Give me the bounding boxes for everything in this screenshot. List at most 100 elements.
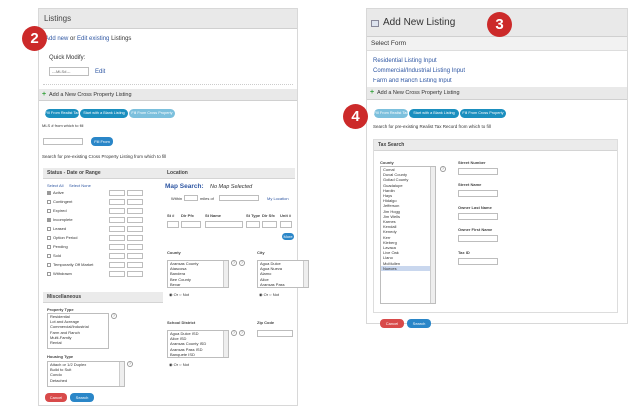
- tab-fill-realist[interactable]: Fill From Realist Tax: [45, 109, 79, 118]
- status-date-to[interactable]: [127, 226, 143, 232]
- or-radio[interactable]: Or: [264, 292, 268, 297]
- tab-blank-listing[interactable]: Start with a Blank Listing: [80, 109, 128, 118]
- status-date-from[interactable]: [109, 199, 125, 205]
- scrollbar[interactable]: [223, 331, 228, 357]
- status-date-to[interactable]: [127, 244, 143, 250]
- tax-county-list[interactable]: Comal Duval County Goliad County Guadalu…: [380, 166, 436, 304]
- mls-fill-input[interactable]: [43, 138, 83, 145]
- help-icon[interactable]: ?: [239, 260, 245, 266]
- status-date-from[interactable]: [109, 217, 125, 223]
- help-icon[interactable]: ?: [440, 166, 446, 172]
- owner-first-input[interactable]: [458, 235, 498, 242]
- my-location-link[interactable]: My Location: [267, 196, 289, 201]
- property-type-list[interactable]: Residential Lot and Acreage Commercial/I…: [47, 313, 109, 349]
- form-link-commercial[interactable]: Commercial/Industrial Listing Input: [373, 68, 465, 74]
- status-date-to[interactable]: [127, 208, 143, 214]
- tab-fill-cross[interactable]: Fill From Cross Property: [129, 109, 175, 118]
- status-item[interactable]: Sold: [47, 253, 167, 261]
- form-link-residential[interactable]: Residential Listing Input: [373, 58, 437, 64]
- owner-first-label: Owner First Name: [458, 227, 493, 232]
- status-item[interactable]: Incomplete: [47, 217, 167, 225]
- list-item[interactable]: Aransas Pass: [258, 282, 308, 287]
- status-date-to[interactable]: [127, 217, 143, 223]
- status-item[interactable]: Pending: [47, 244, 167, 252]
- unit-input[interactable]: [280, 221, 292, 228]
- school-district-list[interactable]: Agua Dulce ISD Alice ISD Aransas County …: [167, 330, 229, 358]
- status-date-to[interactable]: [127, 199, 143, 205]
- street-name-input[interactable]: [458, 190, 498, 197]
- status-date-from[interactable]: [109, 262, 125, 268]
- quick-modify-input[interactable]: ---MLS#---: [49, 67, 89, 76]
- city-list[interactable]: Agua Dulce Agua Nueva Alamo Alice Aransa…: [257, 260, 309, 288]
- status-date-to[interactable]: [127, 190, 143, 196]
- status-item[interactable]: Leased: [47, 226, 167, 234]
- status-item[interactable]: Active: [47, 190, 167, 198]
- list-item[interactable]: Nueces: [381, 265, 435, 272]
- or-radio[interactable]: Or: [174, 362, 178, 367]
- tab-fill-realist[interactable]: Fill From Realist Tax: [374, 109, 408, 118]
- not-radio[interactable]: Not: [273, 292, 279, 297]
- select-all-link[interactable]: Select All: [47, 183, 63, 188]
- tab-blank-listing[interactable]: Start with a Blank Listing: [409, 109, 459, 118]
- status-date-from[interactable]: [109, 253, 125, 259]
- status-date-to[interactable]: [127, 262, 143, 268]
- status-item[interactable]: Expired: [47, 208, 167, 216]
- scrollbar[interactable]: [223, 261, 228, 287]
- edit-existing-link[interactable]: Edit existing: [77, 36, 109, 42]
- more-button[interactable]: More: [282, 233, 294, 240]
- not-radio[interactable]: Not: [183, 362, 189, 367]
- county-list[interactable]: Aransas County Atascosa Bandera Bee Coun…: [167, 260, 229, 288]
- status-date-from[interactable]: [109, 244, 125, 250]
- add-new-link[interactable]: Add new: [45, 36, 68, 42]
- owner-last-input[interactable]: [458, 213, 498, 220]
- zip-code-input[interactable]: [257, 330, 293, 337]
- list-item[interactable]: Bexar: [168, 282, 228, 287]
- help-icon[interactable]: ?: [127, 361, 133, 367]
- location-input[interactable]: [219, 195, 259, 201]
- status-date-from[interactable]: [109, 208, 125, 214]
- map-search-link[interactable]: Map Search:: [165, 183, 204, 190]
- help-icon[interactable]: ?: [239, 330, 245, 336]
- cancel-button[interactable]: Cancel: [45, 393, 67, 402]
- list-item[interactable]: Banquete ISD: [168, 352, 228, 357]
- search-button[interactable]: Search: [70, 393, 94, 402]
- search-button[interactable]: Search: [407, 319, 431, 328]
- select-none-link[interactable]: Select None: [69, 183, 91, 188]
- form-link-farm-ranch[interactable]: Farm and Ranch Listing Input: [373, 78, 452, 83]
- st-type-select[interactable]: [246, 221, 260, 228]
- status-item[interactable]: Contingent: [47, 199, 167, 207]
- status-date-to[interactable]: [127, 235, 143, 241]
- status-item[interactable]: Withdrawn: [47, 271, 167, 279]
- scrollbar[interactable]: [430, 167, 435, 303]
- status-label: Temporarily Off Market: [53, 262, 94, 267]
- housing-type-list[interactable]: Attach or 1/2 Duplex Build to Suit Condo…: [47, 361, 125, 387]
- scrollbar[interactable]: [303, 261, 308, 287]
- fill-from-button[interactable]: Fill From: [91, 137, 113, 146]
- help-icon[interactable]: ?: [111, 313, 117, 319]
- list-item[interactable]: Rental: [48, 340, 108, 345]
- street-number-input[interactable]: [458, 168, 498, 175]
- help-icon[interactable]: ?: [231, 330, 237, 336]
- status-date-to[interactable]: [127, 253, 143, 259]
- st-num-input[interactable]: [167, 221, 179, 228]
- st-name-input[interactable]: [205, 221, 243, 228]
- status-date-from[interactable]: [109, 226, 125, 232]
- quick-modify-edit-link[interactable]: Edit: [95, 69, 105, 75]
- status-item[interactable]: Option Period: [47, 235, 167, 243]
- list-item[interactable]: Detached: [48, 378, 124, 383]
- tax-id-input[interactable]: [458, 258, 498, 265]
- scrollbar[interactable]: [119, 362, 124, 386]
- status-date-from[interactable]: [109, 235, 125, 241]
- or-radio[interactable]: Or: [174, 292, 178, 297]
- tab-fill-cross[interactable]: Fill From Cross Property: [460, 109, 506, 118]
- status-date-to[interactable]: [127, 271, 143, 277]
- status-item[interactable]: Temporarily Off Market: [47, 262, 167, 270]
- status-date-from[interactable]: [109, 190, 125, 196]
- status-date-from[interactable]: [109, 271, 125, 277]
- within-input[interactable]: [184, 195, 198, 201]
- help-icon[interactable]: ?: [231, 260, 237, 266]
- cancel-button[interactable]: Cancel: [380, 319, 404, 328]
- not-radio[interactable]: Not: [183, 292, 189, 297]
- dir-sfx-select[interactable]: [262, 221, 277, 228]
- dir-pfx-select[interactable]: [181, 221, 201, 228]
